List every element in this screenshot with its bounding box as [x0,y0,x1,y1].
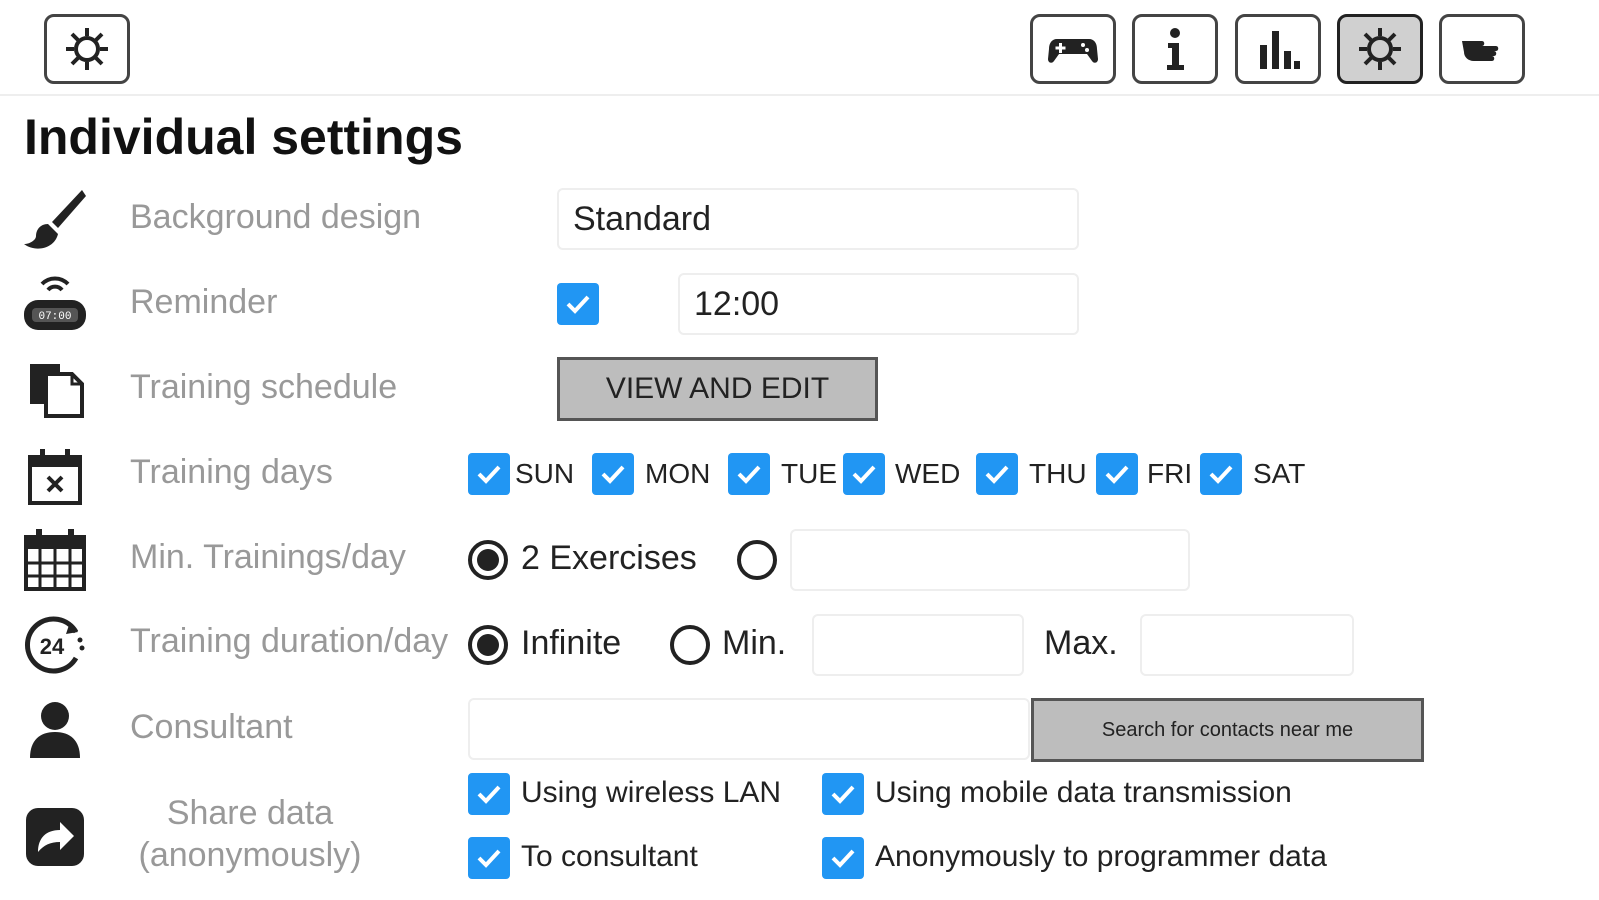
training-days-label: Training days [130,453,333,491]
calendar-grid-icon [22,527,88,593]
background-design-select[interactable]: Standard [557,188,1079,250]
min-trainings-label: Min. Trainings/day [130,538,406,576]
background-design-label: Background design [130,198,422,236]
day-label-tue: TUE [781,458,837,489]
checkmark-icon [1105,465,1129,484]
reminder-label: Reminder [130,283,278,321]
day-label-sun: SUN [515,458,575,489]
day-checkbox-fri[interactable] [1096,453,1138,495]
bar-chart-icon [1260,31,1300,69]
gear-icon [66,28,108,70]
info-button[interactable] [1132,14,1218,84]
checkmark-icon [737,465,761,484]
reminder-time-field[interactable]: 12:00 [678,273,1079,335]
checkmark-icon [477,465,501,484]
infinite-option-label: Infinite [521,624,622,662]
share-wlan-checkbox[interactable] [468,773,510,815]
svg-text:07:00: 07:00 [38,311,71,323]
paintbrush-icon [22,186,88,252]
custom-trainings-radio[interactable] [737,540,777,580]
custom-trainings-field[interactable] [790,529,1190,591]
day-checkbox-sat[interactable] [1200,453,1242,495]
training-duration-label-wrap: Training duration/day [130,622,468,668]
checkmark-icon [831,785,855,804]
training-schedule-label: Training schedule [130,368,398,406]
exercises-radio[interactable] [468,540,508,580]
checkmark-icon [477,785,501,804]
page-title: Individual settings [24,109,463,165]
consultant-label: Consultant [130,708,293,746]
day-label-thu: THU [1029,458,1087,489]
share-consultant-label: To consultant [521,840,698,873]
checkmark-icon [566,295,590,314]
gamepad-icon [1048,39,1098,63]
svg-text:24: 24 [40,634,65,659]
reminder-checkbox[interactable] [557,283,599,325]
day-checkbox-tue[interactable] [728,453,770,495]
max-label: Max. [1044,624,1118,662]
documents-icon [22,356,88,422]
checkmark-icon [985,465,1009,484]
day-checkbox-thu[interactable] [976,453,1018,495]
training-duration-label: Training duration/day [130,622,449,660]
checkmark-icon [477,849,501,868]
hand-pointer-icon [1462,41,1499,61]
day-checkbox-wed[interactable] [843,453,885,495]
share-data-label-line1: Share data [166,794,334,832]
gear-icon [1359,28,1401,70]
checkmark-icon [1209,465,1233,484]
checkmark-icon [601,465,625,484]
exercises-option-label: 2 Exercises [521,539,697,577]
day-label-fri: FRI [1147,458,1193,489]
infinite-radio[interactable] [468,625,508,665]
day-label-wed: WED [895,458,961,489]
statistics-button[interactable] [1235,14,1321,84]
search-contacts-button[interactable]: Search for contacts near me [1031,698,1424,762]
checkmark-icon [852,465,876,484]
top-toolbar [0,0,1599,96]
person-icon [22,698,88,764]
day-label-mon: MON [645,458,711,489]
touch-button[interactable] [1439,14,1525,84]
alarm-clock-icon: 07:00 [22,272,88,338]
day-checkbox-sun[interactable] [468,453,510,495]
max-duration-field[interactable] [1140,614,1354,676]
share-mobile-label: Using mobile data transmission [875,776,1292,809]
share-arrow-icon [22,804,88,870]
info-icon [1167,28,1184,70]
share-data-label-line2: (anonymously) [138,836,362,874]
share-data-label: Share data (anonymously) [120,792,380,876]
view-and-edit-button[interactable]: VIEW AND EDIT [557,357,878,421]
day-checkbox-mon[interactable] [592,453,634,495]
share-programmer-label: Anonymously to programmer data [875,840,1327,873]
share-mobile-checkbox[interactable] [822,773,864,815]
share-programmer-checkbox[interactable] [822,837,864,879]
settings-menu-button[interactable] [44,14,130,84]
consultant-field[interactable] [468,698,1030,760]
calendar-x-icon [22,443,88,509]
settings-button[interactable] [1337,14,1423,84]
min-option-label: Min. [722,624,787,662]
24h-clock-icon: 24 [22,612,88,678]
min-duration-radio[interactable] [670,625,710,665]
share-wlan-label: Using wireless LAN [521,776,782,809]
game-button[interactable] [1030,14,1116,84]
share-consultant-checkbox[interactable] [468,837,510,879]
min-duration-field[interactable] [812,614,1024,676]
checkmark-icon [831,849,855,868]
day-label-sat: SAT [1253,458,1306,489]
